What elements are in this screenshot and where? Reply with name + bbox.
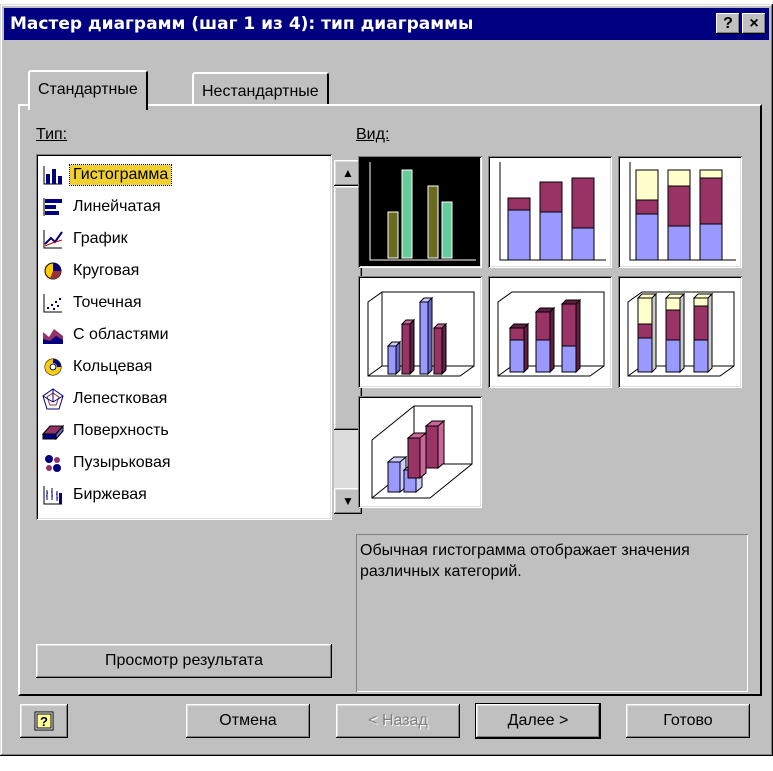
preview-button-label: Просмотр результата: [105, 652, 263, 669]
view-label: Вид:: [356, 126, 389, 144]
help-icon-glyph: ?: [40, 714, 48, 729]
next-button-label: Далее >: [507, 712, 569, 729]
list-item[interactable]: Биржевая: [42, 480, 150, 510]
close-button[interactable]: ×: [742, 13, 766, 34]
3d-column-preview: [371, 405, 473, 499]
window-title: Мастер диаграмм (шаг 1 из 4): тип диагра…: [10, 14, 474, 34]
list-item-label: График: [73, 230, 128, 247]
next-button[interactable]: Далее >: [475, 703, 601, 739]
list-item-label: Поверхность: [73, 422, 169, 439]
subtype-3d-clustered-column[interactable]: [358, 276, 482, 388]
surface-chart-icon: [42, 424, 64, 441]
line-chart-icon: [43, 230, 63, 249]
subtype-3d-stacked-column[interactable]: [488, 276, 612, 388]
bubble-chart-icon: [45, 455, 61, 472]
type-label-text: Тип:: [36, 126, 68, 143]
list-item[interactable]: Гистограмма: [42, 160, 173, 190]
finish-button[interactable]: Готово: [626, 704, 750, 738]
list-item-label: Биржевая: [73, 486, 147, 503]
tab-standard[interactable]: Стандартные: [28, 70, 148, 110]
preview-button[interactable]: Просмотр результата: [36, 644, 332, 678]
scatter-chart-icon: [43, 294, 62, 313]
doughnut-chart-icon: [44, 358, 62, 376]
back-button[interactable]: < Назад: [336, 704, 460, 738]
list-item-label: Кольцевая: [73, 358, 153, 375]
tab-custom-label: Нестандартные: [202, 83, 319, 100]
list-item[interactable]: Поверхность: [42, 416, 172, 446]
list-item[interactable]: Линейчатая: [42, 192, 164, 222]
pie-chart-icon: [44, 262, 62, 280]
column-chart-icon: [42, 164, 64, 186]
100-stacked-column-preview: [629, 162, 736, 261]
list-item[interactable]: Точечная: [42, 288, 145, 318]
chart-wizard-dialog: Мастер диаграмм (шаг 1 из 4): тип диагра…: [0, 4, 773, 756]
list-item-label: С областями: [73, 326, 169, 343]
description-text: Обычная гистограмма отображает значения …: [360, 542, 690, 580]
subtype-stacked-column[interactable]: [488, 156, 612, 268]
title-help-button[interactable]: ?: [716, 13, 740, 34]
stacked-column-preview: [499, 162, 606, 261]
list-item-label: Гистограмма: [68, 164, 173, 186]
list-item[interactable]: Лепестковая: [42, 384, 170, 414]
list-item[interactable]: График: [42, 224, 131, 254]
finish-button-label: Готово: [663, 712, 713, 729]
list-item[interactable]: Пузырьковая: [42, 448, 174, 478]
type-label: Тип:: [36, 126, 67, 144]
cancel-button-label: Отмена: [219, 712, 277, 729]
3d-stacked-column-preview: [497, 291, 605, 377]
view-label-text: Вид:: [356, 126, 390, 143]
list-item-label: Круговая: [73, 262, 140, 279]
tab-standard-label: Стандартные: [38, 81, 138, 98]
list-item[interactable]: Круговая: [42, 256, 142, 286]
triangle-up-icon: ▲: [342, 166, 354, 180]
help-icon: ?: [34, 711, 54, 731]
list-item-label: Лепестковая: [73, 390, 168, 407]
clustered-column-preview: [369, 162, 476, 261]
chart-type-list[interactable]: Гистограмма Линейчатая График Круговая Т…: [36, 154, 362, 520]
triangle-down-icon: ▼: [342, 494, 354, 508]
list-item[interactable]: С областями: [42, 320, 172, 350]
cancel-button[interactable]: Отмена: [186, 704, 310, 738]
title-bar[interactable]: Мастер диаграмм (шаг 1 из 4): тип диагра…: [4, 8, 769, 40]
subtype-clustered-column[interactable]: [358, 156, 482, 268]
list-item[interactable]: Кольцевая: [42, 352, 155, 382]
radar-chart-icon: [42, 388, 64, 410]
bar-chart-icon: [43, 198, 62, 216]
area-chart-icon: [43, 329, 63, 344]
subtype-100-stacked-column[interactable]: [618, 156, 742, 268]
back-button-label: < Назад: [368, 712, 428, 729]
3d-clustered-column-preview: [367, 291, 475, 377]
stock-chart-icon: [43, 486, 62, 505]
list-item-label: Пузырьковая: [73, 454, 171, 471]
subtype-3d-100-stacked-column[interactable]: [618, 276, 742, 388]
list-item-label: Точечная: [73, 294, 142, 311]
tab-custom[interactable]: Нестандартные: [192, 72, 329, 108]
help-button[interactable]: ?: [20, 704, 68, 738]
list-item-label: Линейчатая: [73, 198, 161, 215]
3d-100-stacked-column-preview: [627, 291, 735, 377]
description-box: Обычная гистограмма отображает значения …: [356, 534, 748, 692]
subtype-3d-column[interactable]: [358, 396, 482, 508]
